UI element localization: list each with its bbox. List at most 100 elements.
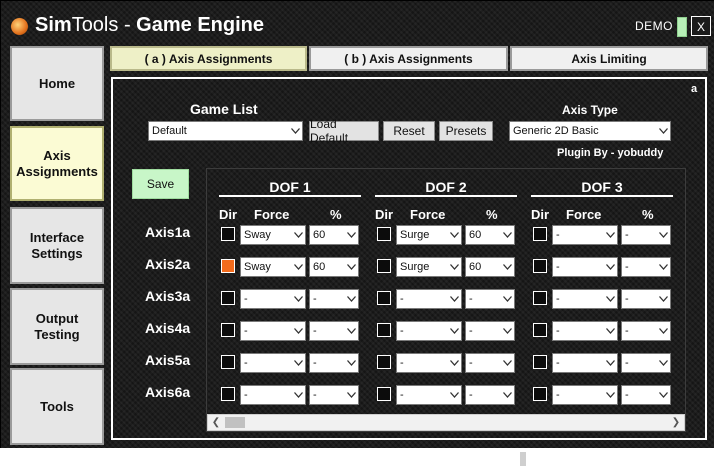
dir-checkbox[interactable] xyxy=(221,323,235,337)
reset-button[interactable]: Reset xyxy=(383,121,435,141)
scroll-thumb[interactable] xyxy=(225,417,245,428)
force-select[interactable]: - xyxy=(240,289,306,309)
game-list-select[interactable]: Default xyxy=(148,121,303,141)
percent-select[interactable]: - xyxy=(309,385,359,405)
force-select[interactable]: - xyxy=(240,321,306,341)
dof-underline xyxy=(219,195,361,197)
horizontal-scrollbar[interactable]: ❮ ❯ xyxy=(207,414,685,431)
percent-value: - xyxy=(313,389,317,401)
presets-button[interactable]: Presets xyxy=(439,121,493,141)
chevron-down-icon xyxy=(656,386,670,404)
dir-checkbox[interactable] xyxy=(377,227,391,241)
sidebar-item-label: Output Testing xyxy=(34,310,80,342)
dir-checkbox[interactable] xyxy=(533,323,547,337)
force-select[interactable]: - xyxy=(396,353,462,373)
sidebar-item-output-testing[interactable]: Output Testing xyxy=(10,288,104,365)
chevron-down-icon xyxy=(603,386,617,404)
percent-value: 60 xyxy=(469,261,482,273)
dof-underline xyxy=(375,195,517,197)
demo-label: DEMO xyxy=(635,19,673,33)
percent-value: - xyxy=(469,325,473,337)
dof-underline xyxy=(531,195,673,197)
plugin-author: Plugin By - yobuddy xyxy=(557,147,664,159)
force-select[interactable]: Surge xyxy=(396,225,462,245)
dir-checkbox[interactable] xyxy=(533,355,547,369)
force-select[interactable]: Sway xyxy=(240,257,306,277)
percent-select[interactable]: - xyxy=(621,321,671,341)
dir-checkbox[interactable] xyxy=(377,259,391,273)
chevron-down-icon xyxy=(500,386,514,404)
percent-select[interactable]: - xyxy=(621,353,671,373)
force-select[interactable]: - xyxy=(396,289,462,309)
sidebar-item-tools[interactable]: Tools xyxy=(10,368,104,445)
percent-value: - xyxy=(313,357,317,369)
tab-axis-limiting[interactable]: Axis Limiting xyxy=(510,46,708,71)
chevron-down-icon xyxy=(344,226,358,244)
chevron-down-icon xyxy=(500,322,514,340)
column-header-force: Force xyxy=(254,207,290,222)
percent-select[interactable]: 60 xyxy=(309,225,359,245)
axis-label: Axis2a xyxy=(145,256,191,272)
percent-select[interactable]: 60 xyxy=(309,257,359,277)
force-select[interactable]: Surge xyxy=(396,257,462,277)
dir-checkbox[interactable] xyxy=(533,291,547,305)
force-select[interactable]: - xyxy=(552,321,618,341)
chevron-down-icon xyxy=(656,354,670,372)
force-select[interactable]: - xyxy=(240,385,306,405)
axis-type-select[interactable]: Generic 2D Basic xyxy=(509,121,671,141)
percent-select[interactable]: - xyxy=(621,289,671,309)
percent-select[interactable]: - xyxy=(465,321,515,341)
force-value: - xyxy=(244,293,248,305)
force-select[interactable]: - xyxy=(240,353,306,373)
percent-select[interactable]: - xyxy=(309,321,359,341)
dir-checkbox[interactable] xyxy=(221,291,235,305)
percent-select[interactable]: - xyxy=(465,385,515,405)
dir-checkbox[interactable] xyxy=(221,355,235,369)
sidebar-item-interface-settings[interactable]: Interface Settings xyxy=(10,207,104,284)
chevron-down-icon xyxy=(344,354,358,372)
percent-select[interactable]: 60 xyxy=(465,257,515,277)
percent-select[interactable]: - xyxy=(621,225,671,245)
percent-select[interactable]: - xyxy=(309,353,359,373)
chevron-down-icon xyxy=(656,122,670,140)
force-select[interactable]: - xyxy=(552,385,618,405)
dir-checkbox[interactable] xyxy=(221,387,235,401)
force-select[interactable]: - xyxy=(396,385,462,405)
dir-checkbox[interactable] xyxy=(533,259,547,273)
panel-corner-label: a xyxy=(691,83,698,95)
chevron-down-icon xyxy=(500,290,514,308)
percent-select[interactable]: - xyxy=(621,257,671,277)
force-select[interactable]: - xyxy=(552,225,618,245)
dir-checkbox[interactable] xyxy=(377,355,391,369)
force-value: - xyxy=(244,325,248,337)
force-select[interactable]: - xyxy=(552,257,618,277)
load-default-button[interactable]: Load Default xyxy=(309,117,379,145)
force-select[interactable]: - xyxy=(396,321,462,341)
sidebar-item-label: Interface Settings xyxy=(29,229,85,261)
dir-checkbox[interactable] xyxy=(377,387,391,401)
scroll-left-icon[interactable]: ❮ xyxy=(208,415,224,430)
dir-checkbox[interactable] xyxy=(221,227,235,241)
force-select[interactable]: - xyxy=(552,289,618,309)
percent-select[interactable]: - xyxy=(465,289,515,309)
dir-checkbox[interactable] xyxy=(533,227,547,241)
force-value: - xyxy=(556,357,560,369)
percent-select[interactable]: - xyxy=(465,353,515,373)
scroll-right-icon[interactable]: ❯ xyxy=(668,415,684,430)
percent-select[interactable]: 60 xyxy=(465,225,515,245)
close-button[interactable]: X xyxy=(691,16,711,36)
dir-checkbox[interactable] xyxy=(377,323,391,337)
percent-select[interactable]: - xyxy=(621,385,671,405)
dir-checkbox[interactable] xyxy=(377,291,391,305)
force-select[interactable]: - xyxy=(552,353,618,373)
column-header-dir: Dir xyxy=(219,207,238,222)
force-select[interactable]: Sway xyxy=(240,225,306,245)
tab-a-axis-assignments[interactable]: ( a ) Axis Assignments xyxy=(110,46,307,71)
sidebar-item-axis-assignments[interactable]: Axis Assignments xyxy=(10,126,104,201)
tab-b-axis-assignments[interactable]: ( b ) Axis Assignments xyxy=(309,46,508,71)
sidebar-item-home[interactable]: Home xyxy=(10,46,104,121)
percent-select[interactable]: - xyxy=(309,289,359,309)
dir-checkbox[interactable] xyxy=(221,259,235,273)
dir-checkbox[interactable] xyxy=(533,387,547,401)
save-button[interactable]: Save xyxy=(132,169,189,199)
